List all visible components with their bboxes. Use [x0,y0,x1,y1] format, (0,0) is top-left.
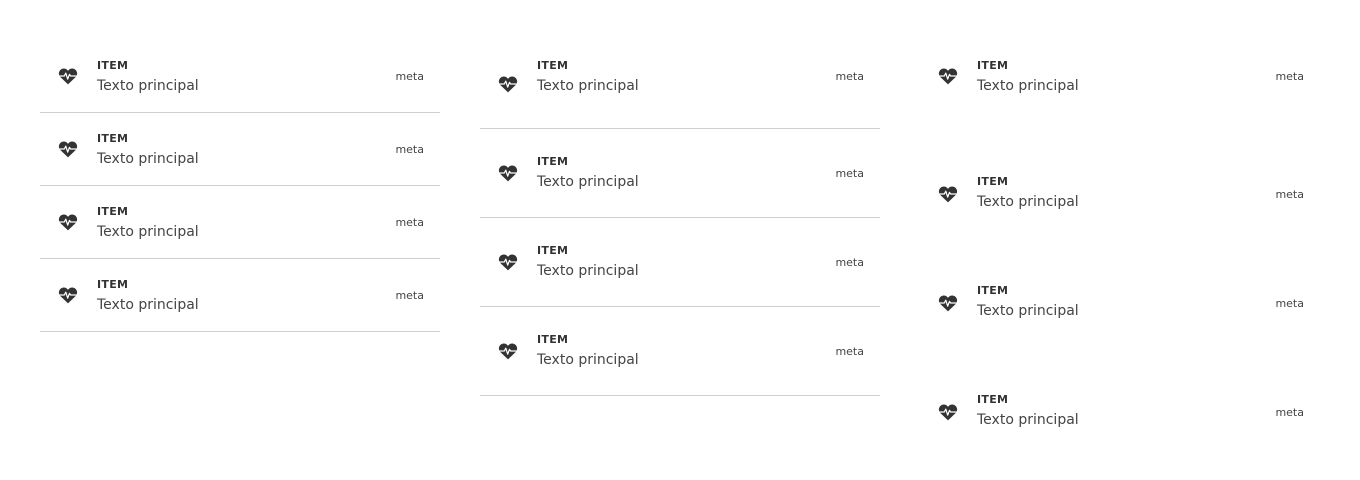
item-overline: ITEM [977,393,1009,406]
item-text: ITEM Texto principal [977,59,1079,94]
item-text: ITEM Texto principal [537,59,639,94]
item-overline: ITEM [97,132,129,145]
list-item[interactable]: ITEM Texto principal meta [920,367,1320,476]
item-text: ITEM Texto principal [97,132,199,167]
list-item[interactable]: ITEM Texto principal meta [40,186,440,259]
item-text: ITEM Texto principal [97,205,199,240]
item-meta: meta [395,289,424,302]
item-primary-text: Texto principal [537,263,639,279]
list-item[interactable]: ITEM Texto principal meta [40,40,440,113]
heart-pulse-icon [58,140,78,158]
list-item[interactable]: ITEM Texto principal meta [480,40,880,129]
item-meta: meta [395,216,424,229]
item-overline: ITEM [97,59,129,72]
list-item[interactable]: ITEM Texto principal meta [40,113,440,186]
list-item[interactable]: ITEM Texto principal meta [40,259,440,332]
heart-pulse-icon [938,294,958,312]
list-item[interactable]: ITEM Texto principal meta [920,40,1320,149]
item-meta: meta [395,70,424,83]
item-primary-text: Texto principal [97,78,199,94]
item-overline: ITEM [537,244,569,257]
item-primary-text: Texto principal [977,303,1079,319]
item-overline: ITEM [977,284,1009,297]
item-overline: ITEM [977,175,1009,188]
item-primary-text: Texto principal [97,224,199,240]
item-meta: meta [835,70,864,83]
item-overline: ITEM [977,59,1009,72]
list-item[interactable]: ITEM Texto principal meta [920,258,1320,367]
list-item[interactable]: ITEM Texto principal meta [480,129,880,218]
item-text: ITEM Texto principal [537,333,639,368]
list-comfortable: ITEM Texto principal meta ITEM Texto pri… [480,40,880,396]
heart-pulse-icon [938,185,958,203]
item-meta: meta [835,167,864,180]
heart-pulse-icon [58,67,78,85]
list-item[interactable]: ITEM Texto principal meta [480,218,880,307]
heart-pulse-icon [498,342,518,360]
item-text: ITEM Texto principal [977,284,1079,319]
item-text: ITEM Texto principal [97,59,199,94]
item-meta: meta [835,345,864,358]
item-overline: ITEM [537,155,569,168]
heart-pulse-icon [58,286,78,304]
item-primary-text: Texto principal [537,174,639,190]
item-overline: ITEM [537,333,569,346]
item-text: ITEM Texto principal [537,244,639,279]
heart-pulse-icon [498,253,518,271]
list-item[interactable]: ITEM Texto principal meta [920,149,1320,258]
item-primary-text: Texto principal [97,151,199,167]
item-primary-text: Texto principal [97,297,199,313]
item-overline: ITEM [537,59,569,72]
item-text: ITEM Texto principal [977,175,1079,210]
list-spacious: ITEM Texto principal meta ITEM Texto pri… [920,40,1320,476]
item-meta: meta [1275,70,1304,83]
item-overline: ITEM [97,205,129,218]
item-meta: meta [1275,188,1304,201]
list-item[interactable]: ITEM Texto principal meta [480,307,880,396]
heart-pulse-icon [938,67,958,85]
item-text: ITEM Texto principal [977,393,1079,428]
item-primary-text: Texto principal [537,352,639,368]
heart-pulse-icon [938,403,958,421]
item-primary-text: Texto principal [977,78,1079,94]
item-text: ITEM Texto principal [97,278,199,313]
item-primary-text: Texto principal [977,194,1079,210]
item-meta: meta [835,256,864,269]
item-meta: meta [1275,406,1304,419]
item-text: ITEM Texto principal [537,155,639,190]
heart-pulse-icon [498,164,518,182]
item-meta: meta [1275,297,1304,310]
item-overline: ITEM [97,278,129,291]
item-primary-text: Texto principal [977,412,1079,428]
list-compact: ITEM Texto principal meta ITEM Texto pri… [40,40,440,332]
item-meta: meta [395,143,424,156]
heart-pulse-icon [498,75,518,93]
heart-pulse-icon [58,213,78,231]
item-primary-text: Texto principal [537,78,639,94]
